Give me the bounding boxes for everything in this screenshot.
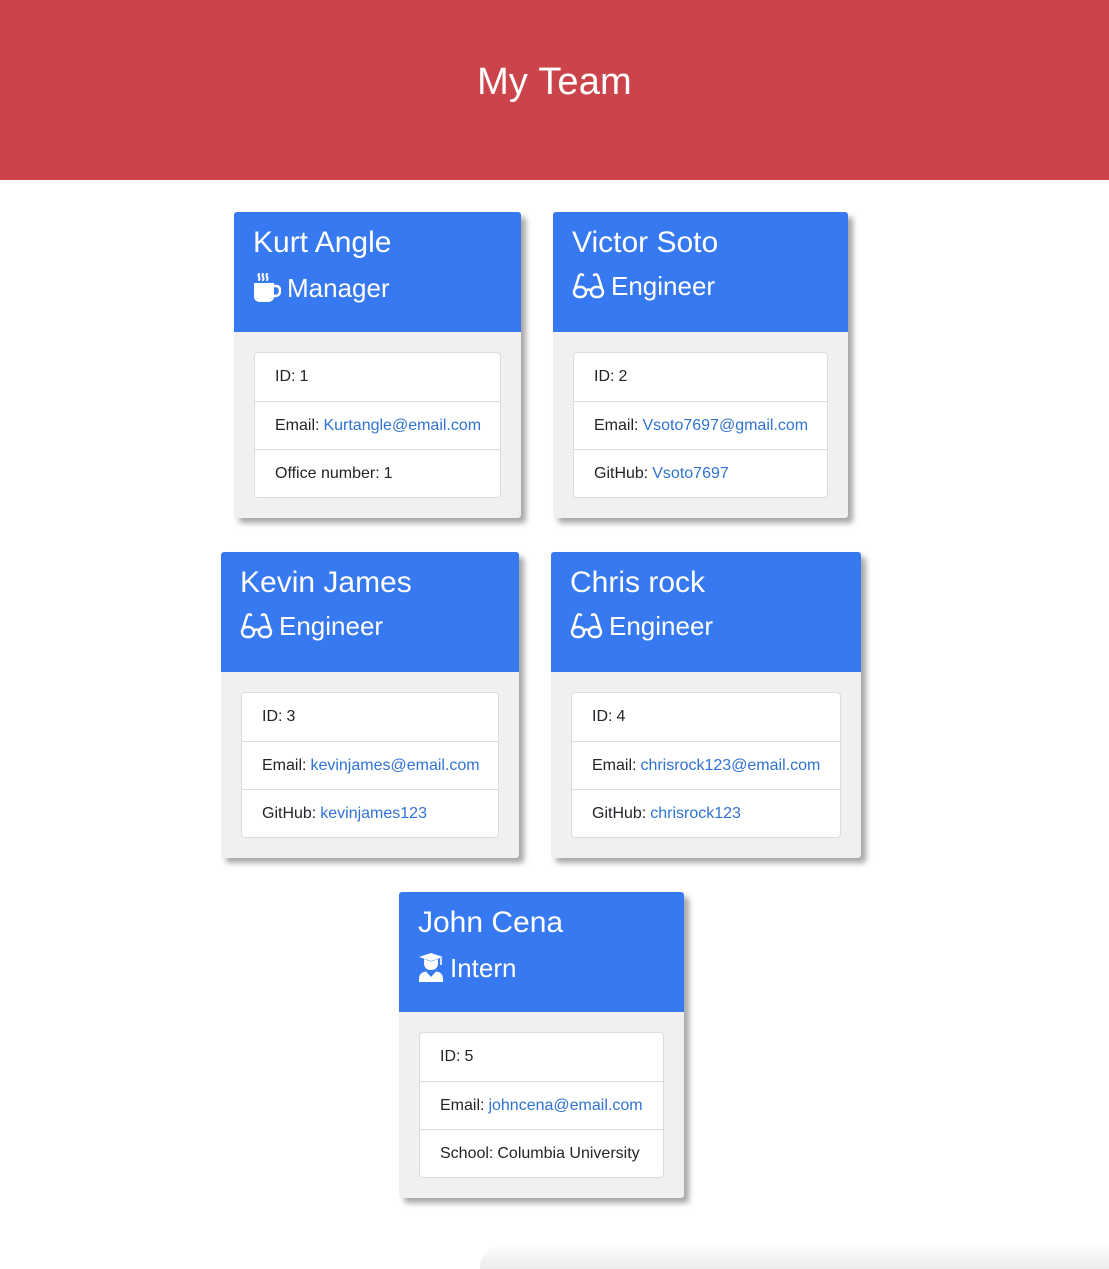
card-header: Chris rock Engineer [551, 552, 861, 672]
school-value: Columbia University [497, 1144, 640, 1162]
email-link[interactable]: kevinjames@email.com [310, 757, 479, 775]
github-row: GitHub: chrisrock123 [572, 789, 840, 837]
employee-card-engineer: Kevin James Engineer ID: 3 Email: kevinj… [221, 552, 519, 858]
bottom-edge-shadow [480, 1243, 1109, 1269]
id-row: ID: 3 [242, 693, 498, 741]
card-header: Kurt Angle Manager [234, 212, 521, 332]
employee-name: Victor Soto [572, 226, 719, 259]
id-label: ID: [592, 708, 613, 725]
id-row: ID: 4 [572, 693, 840, 741]
employee-card-manager: Kurt Angle Manager ID: 1 Email: Kurtangl… [234, 212, 521, 518]
employee-card-engineer: Victor Soto Engineer ID: 2 Email: Vsoto7… [553, 212, 848, 518]
email-label: Email: [594, 416, 639, 434]
glasses-icon [240, 613, 273, 639]
employee-role-label: Engineer [609, 611, 714, 641]
school-label: School: [440, 1144, 494, 1162]
employee-role-label: Engineer [611, 271, 716, 301]
glasses-icon [570, 613, 603, 639]
email-row: Email: Kurtangle@email.com [255, 401, 500, 449]
id-label: ID: [594, 368, 615, 385]
card-header: Kevin James Engineer [221, 552, 519, 672]
employee-role: Engineer [572, 273, 828, 299]
employee-name: Kurt Angle [253, 226, 392, 259]
info-list: ID: 3 Email: kevinjames@email.com GitHub… [241, 692, 499, 838]
employee-card-intern: John Cena Intern ID: 5 Email: johncena@e… [399, 892, 684, 1198]
card-body: ID: 2 Email: Vsoto7697@gmail.com GitHub:… [553, 332, 848, 518]
github-row: GitHub: kevinjames123 [242, 789, 498, 837]
email-label: Email: [262, 756, 307, 774]
email-row: Email: Vsoto7697@gmail.com [574, 401, 827, 449]
id-value: 4 [616, 708, 626, 725]
id-row: ID: 5 [420, 1033, 663, 1081]
employee-name: John Cena [418, 906, 564, 939]
office-row: Office number: 1 [255, 449, 500, 497]
school-row: School: Columbia University [420, 1129, 663, 1177]
employee-role-label: Engineer [279, 611, 384, 641]
card-body: ID: 4 Email: chrisrock123@email.com GitH… [551, 672, 861, 858]
card-body: ID: 5 Email: johncena@email.com School: … [399, 1012, 684, 1198]
info-list: ID: 5 Email: johncena@email.com School: … [419, 1032, 664, 1178]
id-value: 1 [299, 368, 309, 385]
employee-role: Intern [418, 953, 664, 982]
employee-role: Engineer [570, 613, 841, 639]
email-label: Email: [440, 1096, 485, 1114]
github-label: GitHub: [262, 804, 317, 822]
employee-role-label: Intern [450, 952, 517, 983]
email-label: Email: [275, 416, 320, 434]
github-link[interactable]: chrisrock123 [650, 805, 741, 823]
id-value: 5 [464, 1048, 474, 1065]
glasses-icon [572, 273, 605, 299]
info-list: ID: 1 Email: Kurtangle@email.com Office … [254, 352, 501, 498]
email-row: Email: kevinjames@email.com [242, 741, 498, 789]
github-link[interactable]: kevinjames123 [320, 805, 427, 823]
email-label: Email: [592, 756, 637, 774]
email-link[interactable]: chrisrock123@email.com [640, 757, 820, 775]
mug-icon [254, 273, 281, 302]
card-header: John Cena Intern [399, 892, 684, 1012]
github-label: GitHub: [592, 804, 647, 822]
employee-card-engineer: Chris rock Engineer ID: 4 Email: chrisro… [551, 552, 861, 858]
id-label: ID: [275, 368, 296, 385]
employee-name: Kevin James [240, 566, 412, 599]
id-value: 3 [286, 708, 296, 725]
id-label: ID: [262, 708, 283, 725]
info-list: ID: 4 Email: chrisrock123@email.com GitH… [571, 692, 841, 838]
info-list: ID: 2 Email: Vsoto7697@gmail.com GitHub:… [573, 352, 828, 498]
email-link[interactable]: johncena@email.com [488, 1097, 642, 1115]
employee-role: Manager [253, 273, 501, 303]
id-row: ID: 1 [255, 353, 500, 401]
id-value: 2 [618, 368, 628, 385]
card-body: ID: 3 Email: kevinjames@email.com GitHub… [221, 672, 519, 858]
email-row: Email: johncena@email.com [420, 1081, 663, 1129]
email-link[interactable]: Vsoto7697@gmail.com [642, 417, 808, 435]
email-row: Email: chrisrock123@email.com [572, 741, 840, 789]
id-row: ID: 2 [574, 353, 827, 401]
id-label: ID: [440, 1048, 461, 1065]
page-title: My Team [477, 60, 632, 103]
github-label: GitHub: [594, 464, 649, 482]
card-header: Victor Soto Engineer [553, 212, 848, 332]
github-link[interactable]: Vsoto7697 [652, 465, 729, 483]
email-link[interactable]: Kurtangle@email.com [323, 417, 481, 435]
employee-role-label: Manager [287, 273, 390, 303]
employee-role: Engineer [240, 613, 499, 639]
employee-name: Chris rock [570, 566, 706, 599]
office-label: Office number: [275, 464, 380, 482]
card-body: ID: 1 Email: Kurtangle@email.com Office … [234, 332, 521, 518]
office-value: 1 [383, 464, 393, 482]
github-row: GitHub: Vsoto7697 [574, 449, 827, 497]
graduate-icon [419, 953, 443, 982]
page-header: My Team [0, 0, 1109, 180]
